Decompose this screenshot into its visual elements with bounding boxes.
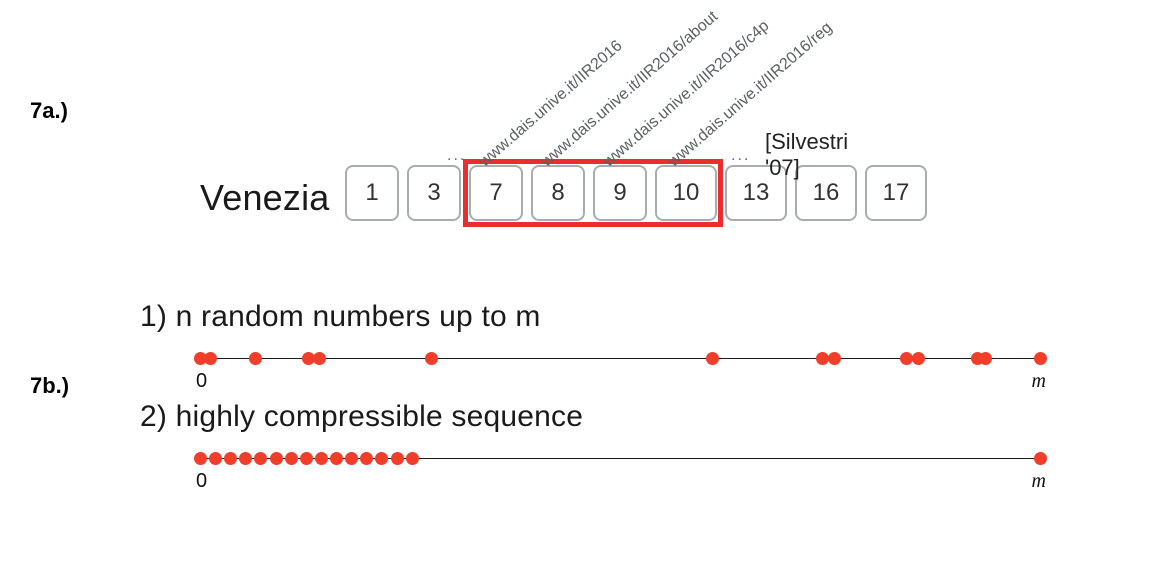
data-point <box>816 352 829 365</box>
data-point <box>270 452 283 465</box>
data-point <box>1034 452 1047 465</box>
axis-tick-zero: 0 <box>196 370 207 393</box>
caption-2: 2) highly compressible sequence <box>140 400 1050 434</box>
number-line-compressible: 0 m <box>140 448 1050 488</box>
data-point <box>345 452 358 465</box>
data-point <box>315 452 328 465</box>
data-point <box>828 352 841 365</box>
data-point <box>300 452 313 465</box>
posting-box: 3 <box>407 165 461 221</box>
ellipsis-right: ... <box>731 147 750 165</box>
data-point <box>204 352 217 365</box>
data-point <box>1034 352 1047 365</box>
data-point <box>254 452 267 465</box>
axis-tick-m: m <box>1032 370 1046 393</box>
posting-term: Venezia <box>200 177 330 219</box>
posting-box: 1 <box>345 165 399 221</box>
caption-1: 1) n random numbers up to m <box>140 300 1050 334</box>
axis-tick-zero: 0 <box>196 470 207 493</box>
data-point <box>425 352 438 365</box>
diagram-7b: 1) n random numbers up to m 0 m 2) highl… <box>140 300 1050 496</box>
posting-box: 10 <box>655 165 717 221</box>
data-point <box>313 352 326 365</box>
data-point <box>194 452 207 465</box>
number-line-random: 0 m <box>140 348 1050 388</box>
ellipsis-left: ... <box>447 147 466 165</box>
data-point <box>375 452 388 465</box>
data-point <box>391 452 404 465</box>
data-point <box>224 452 237 465</box>
posting-box: 9 <box>593 165 647 221</box>
posting-box: 8 <box>531 165 585 221</box>
posting-box: 7 <box>469 165 523 221</box>
data-point <box>239 452 252 465</box>
data-point <box>285 452 298 465</box>
data-point <box>360 452 373 465</box>
axis-tick-m: m <box>1032 470 1046 493</box>
data-point <box>900 352 913 365</box>
section-label-7b: 7b.) <box>30 373 69 399</box>
data-point <box>912 352 925 365</box>
section-label-7a: 7a.) <box>30 98 68 124</box>
data-point <box>406 452 419 465</box>
data-point <box>706 352 719 365</box>
citation: [Silvestri '07] <box>765 129 848 181</box>
posting-box: 17 <box>865 165 927 221</box>
data-point <box>209 452 222 465</box>
data-point <box>330 452 343 465</box>
data-point <box>979 352 992 365</box>
data-point <box>249 352 262 365</box>
